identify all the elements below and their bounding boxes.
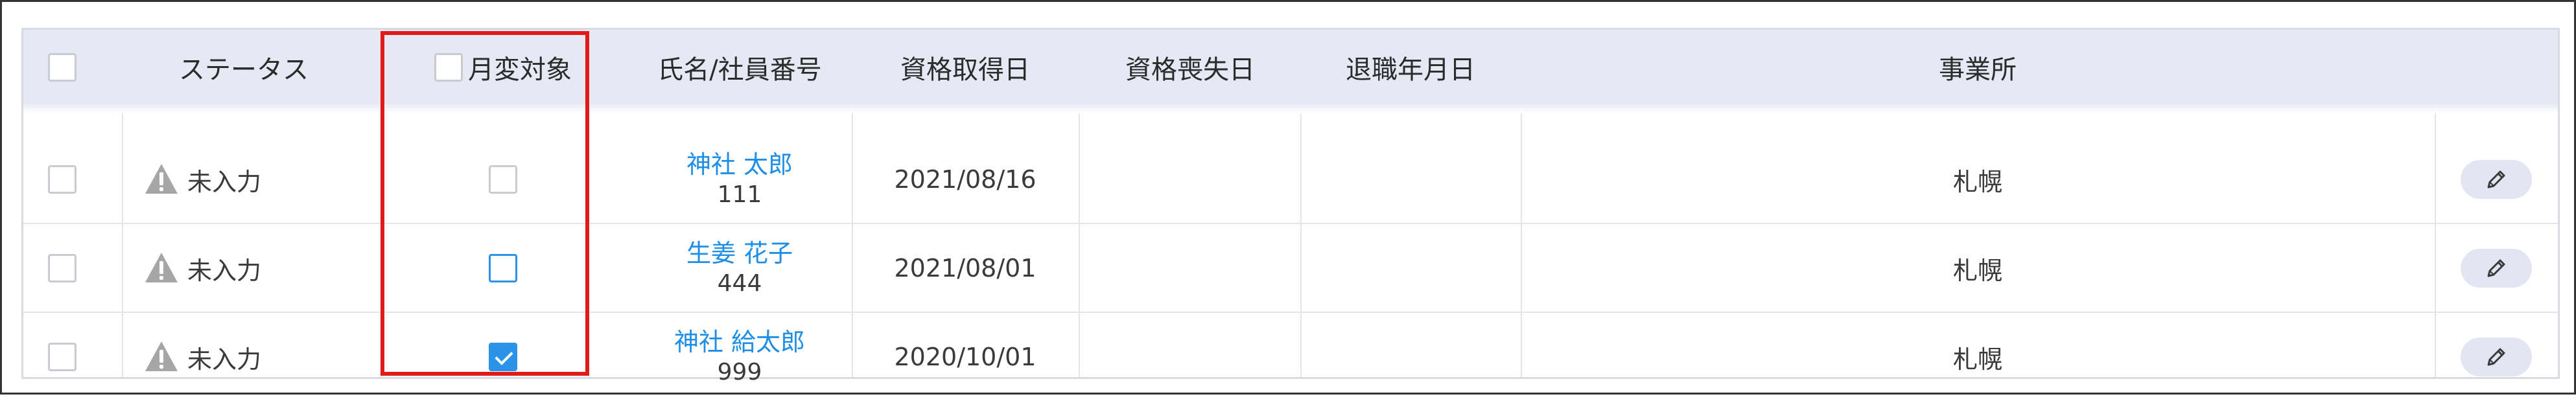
employee-name-link[interactable]: 生姜 花子 [686, 238, 793, 269]
office-cell: 札幌 [1952, 167, 2002, 196]
row-select-cell [43, 224, 82, 312]
header-monthly-change-label: 月変対象 [468, 54, 572, 85]
edit-button[interactable] [2461, 160, 2532, 199]
header-status[interactable]: ステータス [127, 30, 360, 104]
status-cell: 未入力 [143, 313, 377, 401]
scrollbar[interactable] [2563, 132, 2571, 184]
status-cell: 未入力 [143, 224, 377, 312]
edit-button[interactable] [2461, 338, 2532, 376]
header-retirement-date[interactable]: 退職年月日 [1300, 30, 1521, 104]
office-cell: 札幌 [1952, 345, 2002, 374]
monthly-change-select-all-checkbox[interactable] [434, 52, 463, 82]
header-monthly-change-target[interactable]: 月変対象 [406, 30, 600, 104]
monthly-change-checkbox[interactable] [489, 254, 517, 282]
row-select-checkbox[interactable] [48, 165, 76, 194]
lost-date-cell [1080, 135, 1300, 223]
table-row[interactable]: 未入力 神社 給太郎 999 2020/10/01 札幌 [23, 313, 2558, 401]
monthly-change-cell [406, 313, 600, 401]
office-cell: 札幌 [1952, 256, 2002, 285]
edit-button[interactable] [2461, 249, 2532, 288]
edit-cell [2435, 224, 2558, 312]
status-text: 未入力 [187, 167, 262, 196]
row-select-cell [43, 135, 82, 223]
lost-date-cell [1080, 224, 1300, 312]
edit-cell [2435, 313, 2558, 401]
monthly-change-cell [406, 135, 600, 223]
header-divider [23, 104, 2558, 113]
retirement-date-cell [1300, 313, 1521, 401]
employee-number: 444 [717, 270, 762, 297]
retirement-date-cell [1300, 224, 1521, 312]
row-select-checkbox[interactable] [48, 254, 76, 282]
header-lost-date[interactable]: 資格喪失日 [1080, 30, 1300, 104]
warning-triangle-icon [145, 164, 178, 194]
name-cell: 神社 給太郎 999 [626, 313, 853, 401]
select-all-checkbox[interactable] [48, 52, 76, 82]
employee-name-link[interactable]: 神社 太郎 [686, 150, 793, 181]
table-row[interactable]: 未入力 生姜 花子 444 2021/08/01 札幌 [23, 224, 2558, 312]
employee-name-link[interactable]: 神社 給太郎 [674, 327, 805, 358]
employee-number: 111 [717, 181, 762, 209]
table-row[interactable]: 未入力 神社 太郎 111 2021/08/16 札幌 [23, 135, 2558, 223]
screenshot-frame: ステータス 月変対象 氏名/社員番号 資格取得日 資格喪失日 退職年月日 事業所 [0, 0, 2576, 395]
acquired-date-cell: 2021/08/16 [894, 165, 1036, 194]
employee-number: 999 [717, 359, 762, 386]
pencil-icon [2487, 259, 2505, 277]
acquired-date-cell: 2021/08/01 [894, 254, 1036, 282]
edit-cell [2435, 135, 2558, 223]
warning-triangle-icon [145, 341, 178, 371]
row-select-cell [43, 313, 82, 401]
retirement-date-cell [1300, 135, 1521, 223]
warning-triangle-icon [145, 253, 178, 282]
status-text: 未入力 [187, 345, 262, 374]
name-cell: 生姜 花子 444 [626, 224, 853, 312]
select-all-cell [43, 30, 82, 104]
lost-date-cell [1080, 313, 1300, 401]
status-text: 未入力 [187, 256, 262, 285]
header-acquired-date[interactable]: 資格取得日 [852, 30, 1079, 104]
pencil-icon [2487, 348, 2505, 366]
status-cell: 未入力 [143, 135, 377, 223]
row-select-checkbox[interactable] [48, 343, 76, 371]
monthly-change-cell [406, 224, 600, 312]
table-header: ステータス 月変対象 氏名/社員番号 資格取得日 資格喪失日 退職年月日 事業所 [23, 30, 2558, 104]
pencil-icon [2487, 170, 2505, 189]
header-name-employee-no[interactable]: 氏名/社員番号 [626, 30, 853, 104]
name-cell: 神社 太郎 111 [626, 135, 853, 223]
monthly-change-checkbox-checked[interactable] [489, 343, 517, 371]
employee-table: ステータス 月変対象 氏名/社員番号 資格取得日 資格喪失日 退職年月日 事業所 [21, 28, 2560, 385]
monthly-change-checkbox-disabled [489, 165, 517, 194]
acquired-date-cell: 2020/10/01 [894, 343, 1036, 371]
header-office[interactable]: 事業所 [1521, 30, 2435, 104]
